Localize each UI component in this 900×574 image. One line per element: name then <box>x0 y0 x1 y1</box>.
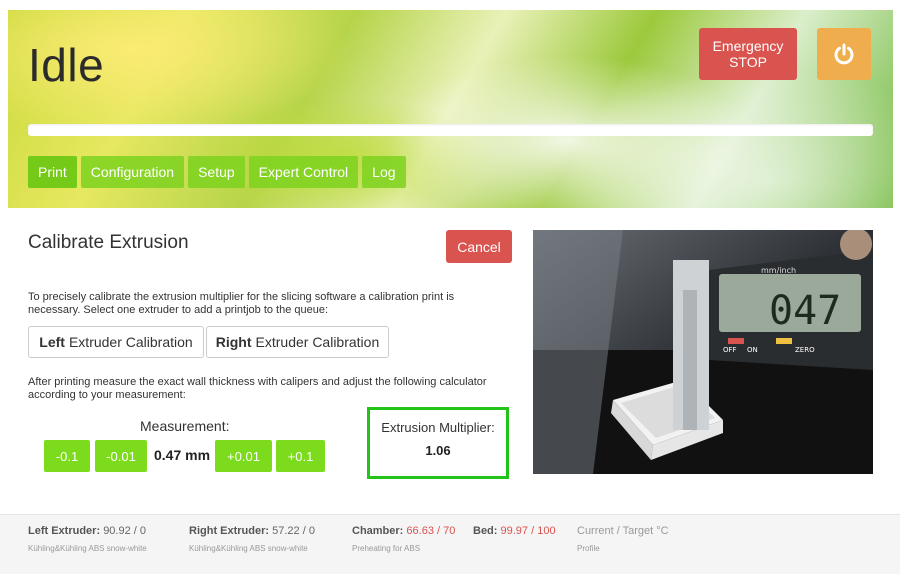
left-btn-bold: Left <box>39 334 65 350</box>
tab-log[interactable]: Log <box>362 156 406 188</box>
intro-text: To precisely calibrate the extrusion mul… <box>28 291 455 316</box>
right-extruder-material: Kühling&Kühling ABS snow-white <box>189 544 308 553</box>
caliper-photo-illustration: mm/inch 047 OFF ON ZERO <box>533 230 873 474</box>
page-title: Calibrate Extrusion <box>28 232 189 253</box>
caliper-unit-label: mm/inch <box>761 266 796 275</box>
caliper-off-label: OFF <box>723 346 737 354</box>
increase-0-1-button[interactable]: +0.1 <box>276 440 325 472</box>
bed-label: Bed: <box>473 525 498 537</box>
chamber-label: Chamber: <box>352 525 404 537</box>
right-extruder-status: Right Extruder: 57.22 / 0 Kühling&Kühlin… <box>189 525 315 553</box>
multiplier-label: Extrusion Multiplier: <box>381 420 495 435</box>
tab-configuration[interactable]: Configuration <box>80 156 185 188</box>
power-icon <box>834 43 854 65</box>
legend-note: Profile <box>577 544 600 553</box>
print-progress-bar <box>28 124 873 136</box>
tab-print[interactable]: Print <box>28 156 77 188</box>
decrease-0-01-button[interactable]: -0.01 <box>95 440 147 472</box>
emergency-label-line2: STOP <box>729 54 767 70</box>
caliper-reading: 047 <box>769 288 841 334</box>
tab-setup[interactable]: Setup <box>188 156 245 188</box>
measurement-value: 0.47 mm <box>154 447 211 463</box>
decrease-0-1-button[interactable]: -0.1 <box>44 440 90 472</box>
power-button[interactable] <box>817 28 871 80</box>
right-extruder-temp: 57.22 / 0 <box>272 525 315 537</box>
emergency-stop-button[interactable]: Emergency STOP <box>699 28 797 80</box>
legend-label: Current / Target °C <box>577 525 669 537</box>
left-extruder-material: Kühling&Kühling ABS snow-white <box>28 544 147 553</box>
left-extruder-status: Left Extruder: 90.92 / 0 Kühling&Kühling… <box>28 525 147 553</box>
measurement-label: Measurement: <box>140 418 230 434</box>
chamber-status: Chamber: 66.63 / 70 Preheating for ABS <box>352 525 455 553</box>
right-extruder-calibration-button[interactable]: Right Extruder Calibration <box>206 326 389 358</box>
left-extruder-label: Left Extruder: <box>28 525 101 537</box>
right-btn-text: Extruder Calibration <box>255 334 380 350</box>
caliper-on-label: ON <box>747 346 758 354</box>
extrusion-multiplier-box: Extrusion Multiplier: 1.06 <box>367 407 509 479</box>
right-btn-bold: Right <box>215 334 252 350</box>
after-print-text: After printing measure the exact wall th… <box>28 376 487 401</box>
left-extruder-calibration-button[interactable]: Left Extruder Calibration <box>28 326 204 358</box>
bed-temp: 99.97 / 100 <box>500 525 556 537</box>
chamber-note: Preheating for ABS <box>352 544 421 553</box>
bed-status: Bed: 99.97 / 100 <box>473 525 556 537</box>
status-footer: Left Extruder: 90.92 / 0 Kühling&Kühling… <box>0 514 900 574</box>
caliper-zero-label: ZERO <box>795 346 815 354</box>
header-banner: Idle Emergency STOP Print Configuration … <box>8 10 893 208</box>
left-extruder-temp: 90.92 / 0 <box>103 525 147 537</box>
left-btn-text: Extruder Calibration <box>68 334 193 350</box>
main-nav-tabs: Print Configuration Setup Expert Control… <box>28 156 406 188</box>
tab-expert-control[interactable]: Expert Control <box>248 156 359 188</box>
right-extruder-label: Right Extruder: <box>189 525 270 537</box>
cancel-button[interactable]: Cancel <box>446 230 512 263</box>
emergency-label-line1: Emergency <box>712 38 784 54</box>
temperature-legend: Current / Target °C Profile <box>577 525 669 553</box>
increase-0-01-button[interactable]: +0.01 <box>215 440 272 472</box>
chamber-temp: 66.63 / 70 <box>406 525 456 537</box>
multiplier-value: 1.06 <box>425 443 451 458</box>
status-title: Idle <box>28 39 105 91</box>
caliper-photo: mm/inch 047 OFF ON ZERO <box>533 230 873 474</box>
